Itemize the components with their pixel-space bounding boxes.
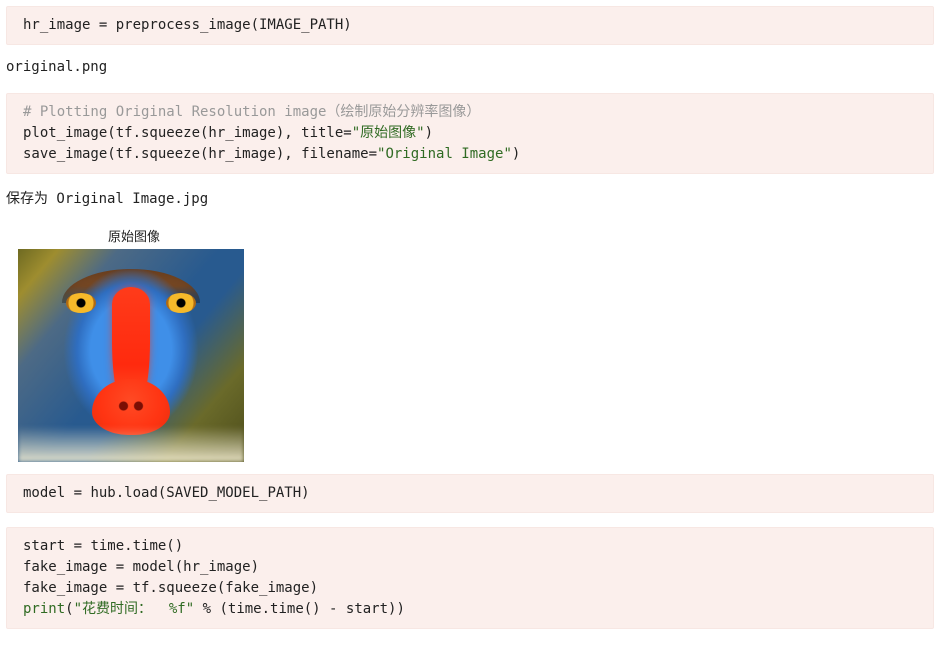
code-token: =	[74, 485, 91, 501]
figure-title: 原始图像	[12, 226, 256, 249]
code-cell-2: # Plotting Original Resolution image（绘制原…	[6, 93, 934, 174]
code-token: =	[116, 580, 133, 596]
code-token: start	[23, 538, 74, 554]
output-text-2: 保存为 Original Image.jpg	[6, 188, 934, 208]
code-token: preprocess_image(IMAGE_PATH)	[116, 17, 352, 33]
code-token: )	[425, 125, 433, 141]
code-token: tf.squeeze(fake_image)	[133, 580, 318, 596]
code-token: fake_image	[23, 580, 116, 596]
code-cell-4: start = time.time() fake_image = model(h…	[6, 527, 934, 629]
code-token: plot_image(tf.squeeze(hr_image), title	[23, 125, 343, 141]
code-cell-1: hr_image = preprocess_image(IMAGE_PATH)	[6, 6, 934, 45]
code-token: model(hr_image)	[133, 559, 259, 575]
code-token: hr_image	[23, 17, 99, 33]
output-text-1: original.png	[6, 59, 934, 75]
code-token: (	[65, 601, 73, 617]
code-token: =	[74, 538, 91, 554]
code-token: save_image(tf.squeeze(hr_image), filenam…	[23, 146, 369, 162]
code-token: -	[329, 601, 346, 617]
figure-original-image: 原始图像	[12, 226, 256, 462]
code-token: hub.load(SAVED_MODEL_PATH)	[90, 485, 309, 501]
code-comment: # Plotting Original Resolution image（绘制原…	[23, 104, 480, 120]
code-token: =	[343, 125, 351, 141]
code-cell-3: model = hub.load(SAVED_MODEL_PATH)	[6, 474, 934, 513]
code-string: "Original Image"	[377, 146, 512, 162]
code-token: =	[116, 559, 133, 575]
code-string: "原始图像"	[352, 125, 425, 141]
code-token: )	[512, 146, 520, 162]
code-token: model	[23, 485, 74, 501]
code-token: % (time.time()	[194, 601, 329, 617]
mandrill-image	[18, 249, 244, 462]
code-token: start))	[346, 601, 405, 617]
code-token: =	[99, 17, 116, 33]
code-string: "花费时间： %f"	[74, 601, 195, 617]
code-token: time.time()	[90, 538, 183, 554]
code-token: fake_image	[23, 559, 116, 575]
code-token: =	[369, 146, 377, 162]
code-token: print	[23, 601, 65, 617]
